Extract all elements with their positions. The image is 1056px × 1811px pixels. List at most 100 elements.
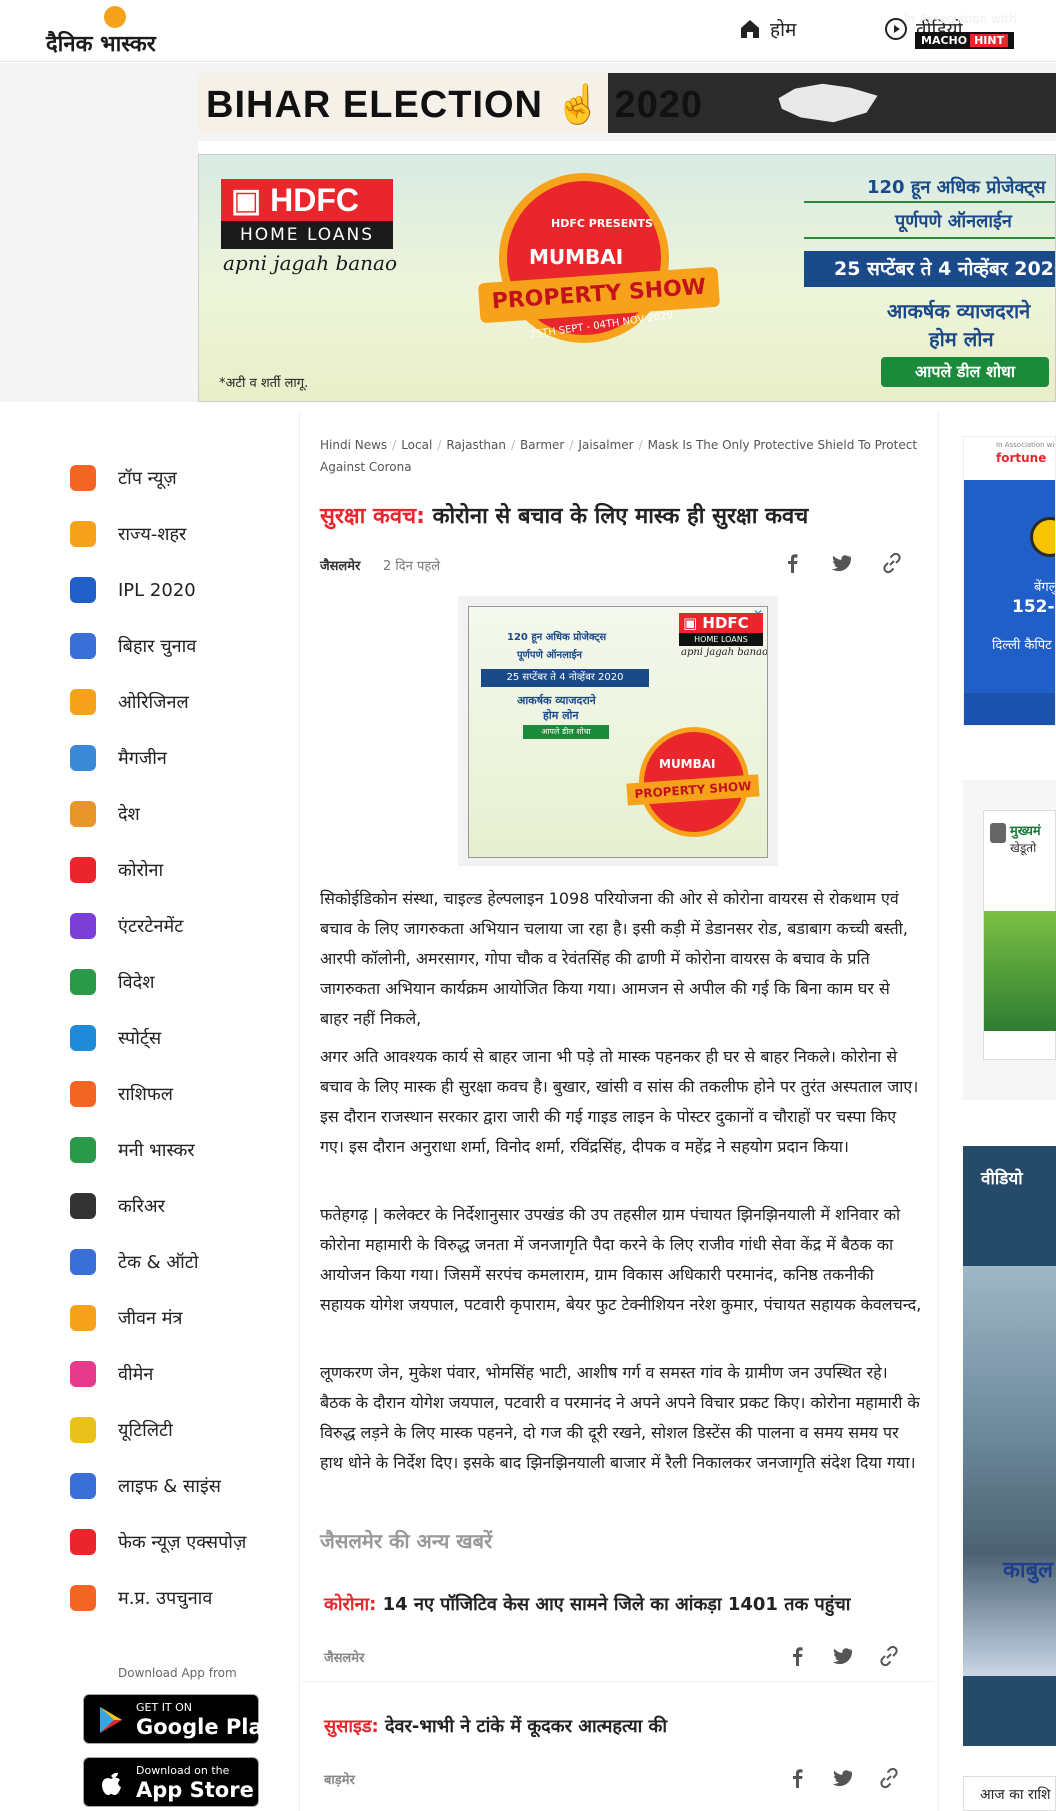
sidebar-item-label: मनी भास्कर bbox=[118, 1140, 195, 1161]
sidebar-item[interactable]: स्पोर्ट्स bbox=[70, 1010, 290, 1066]
rashifal-widget[interactable]: आज का राशि bbox=[963, 1776, 1056, 1811]
sidebar-item[interactable]: वीमेन bbox=[70, 1346, 290, 1402]
google-play-small: GET IT ON bbox=[136, 1701, 193, 1714]
sidebar-item[interactable]: विदेश bbox=[70, 954, 290, 1010]
facebook-icon[interactable] bbox=[786, 1767, 808, 1789]
google-play-icon bbox=[100, 1707, 122, 1733]
sidebar-item[interactable]: देश bbox=[70, 786, 290, 842]
score-sponsor: fortune bbox=[996, 451, 1047, 465]
sidebar-item-label: टॉप न्यूज़ bbox=[118, 468, 177, 489]
virus-icon bbox=[70, 857, 96, 883]
bihar-map-icon bbox=[778, 83, 878, 123]
app-store-button[interactable]: Download on the App Store bbox=[83, 1757, 259, 1807]
ad-hdfc-logo: ▣ HDFC bbox=[679, 613, 763, 633]
women-icon bbox=[70, 1361, 96, 1387]
sidebar-item-label: लाइफ & साइंस bbox=[118, 1476, 221, 1497]
sidebar-item[interactable]: राशिफल bbox=[70, 1066, 290, 1122]
facebook-icon[interactable] bbox=[786, 1645, 808, 1667]
breadcrumb-hindi-news[interactable]: Hindi News bbox=[320, 438, 387, 452]
sidebar-item[interactable]: जीवन मंत्र bbox=[70, 1290, 290, 1346]
nav-home[interactable]: होम bbox=[738, 16, 796, 42]
sidebar-item[interactable]: राज्य-शहर bbox=[70, 506, 290, 562]
hdfc-rule bbox=[804, 237, 1055, 239]
breadcrumb-barmer[interactable]: Barmer bbox=[520, 438, 564, 452]
sidebar-item-label: विदेश bbox=[118, 972, 155, 993]
sidebar-item[interactable]: ओरिजिनल bbox=[70, 674, 290, 730]
sidebar-item[interactable]: मैगजीन bbox=[70, 730, 290, 786]
ad-cta-button[interactable]: आपले डील शोधा bbox=[523, 725, 609, 739]
article-time: 2 दिन पहले bbox=[383, 559, 441, 574]
story-title[interactable]: कोरोना: 14 नए पॉजिटिव केस आए सामने जिले … bbox=[324, 1592, 850, 1616]
video-widget[interactable]: वीडियो काबुल bbox=[963, 1146, 1056, 1746]
tech-auto-icon bbox=[70, 1249, 96, 1275]
video-thumbnail[interactable] bbox=[963, 1266, 1056, 1676]
score-footer bbox=[964, 693, 1055, 725]
ipl-score-widget[interactable]: In Association with fortune बेंगलु 152-7… bbox=[963, 436, 1056, 726]
sidebar-item[interactable]: टॉप न्यूज़ bbox=[70, 450, 290, 506]
hdfc-tagline: apni jagah banao bbox=[223, 251, 398, 275]
bihar-title-panel: BIHAR ELECTION ☝ 2020 bbox=[198, 73, 702, 133]
breadcrumb-jaisalmer[interactable]: Jaisalmer bbox=[578, 438, 633, 452]
twitter-icon[interactable] bbox=[832, 1767, 854, 1789]
sidebar-item[interactable]: मनी भास्कर bbox=[70, 1122, 290, 1178]
sidebar-item-label: IPL 2020 bbox=[118, 579, 196, 601]
inline-hdfc-ad[interactable]: ✕ 120 हून अधिक प्रोजेक्ट्स पूर्णपणे ऑनला… bbox=[468, 606, 768, 858]
sidebar-item-label: करिअर bbox=[118, 1196, 165, 1217]
story-title[interactable]: सुसाइड: देवर-भाभी ने टांके में कूदकर आत्… bbox=[324, 1714, 667, 1738]
sidebar-item[interactable]: बिहार चुनाव bbox=[70, 618, 290, 674]
twitter-icon[interactable] bbox=[831, 552, 853, 574]
ad-line1: 120 हून अधिक प्रोजेक्ट्स bbox=[507, 632, 607, 643]
sidebar-item[interactable]: टेक & ऑटो bbox=[70, 1234, 290, 1290]
sidebar-item-label: ओरिजिनल bbox=[118, 692, 189, 713]
google-play-button[interactable]: GET IT ON Google Play bbox=[83, 1694, 276, 1744]
sidebar-item[interactable]: फेक न्यूज़ एक्सपोज़ bbox=[70, 1514, 290, 1570]
ad-band-hdfc-left bbox=[0, 141, 198, 402]
sidebar-item[interactable]: करिअर bbox=[70, 1178, 290, 1234]
logo-sun-icon bbox=[104, 6, 126, 28]
sidebar-item-label: फेक न्यूज़ एक्सपोज़ bbox=[118, 1532, 247, 1553]
link-icon[interactable] bbox=[878, 1645, 900, 1667]
clapperboard-icon bbox=[70, 913, 96, 939]
sidebar-item[interactable]: कोरोना bbox=[70, 842, 290, 898]
link-icon[interactable] bbox=[881, 552, 903, 574]
hdfc-property-show-banner[interactable]: ▣ HDFC HOME LOANS apni jagah banao HDFC … bbox=[198, 154, 1056, 402]
hdfc-line3: आकर्षक व्याजदराने bbox=[887, 299, 1031, 323]
home-icon bbox=[741, 20, 759, 38]
ad-city: MUMBAI bbox=[659, 757, 716, 771]
rashifal-title: आज का राशि bbox=[980, 1787, 1051, 1803]
facebook-icon[interactable] bbox=[781, 552, 803, 574]
runner-icon bbox=[70, 1025, 96, 1051]
bihar-election-ad[interactable]: BIHAR ELECTION ☝ 2020 bbox=[198, 73, 1056, 133]
right-ad-line1: मुख्यमं bbox=[1010, 824, 1041, 839]
article-paragraph: लूणकरण जेन, मुकेश पंवार, भोमसिंह भाटी, आ… bbox=[320, 1363, 920, 1472]
list-item[interactable]: सुसाइड: देवर-भाभी ने टांके में कूदकर आत्… bbox=[302, 1682, 934, 1811]
breadcrumb: Hindi News / Local / Rajasthan / Barmer / Jaisal… bbox=[320, 438, 918, 474]
sidebar-item[interactable]: लाइफ & साइंस bbox=[70, 1458, 290, 1514]
breadcrumb-local[interactable]: Local bbox=[401, 438, 432, 452]
sidebar-item[interactable]: IPL 2020 bbox=[70, 562, 290, 618]
link-icon[interactable] bbox=[878, 1767, 900, 1789]
sidebar-item[interactable]: यूटिलिटी bbox=[70, 1402, 290, 1458]
book-icon bbox=[70, 1305, 96, 1331]
sidebar-item[interactable]: एंटरटेनमेंट bbox=[70, 898, 290, 954]
mp-map-icon bbox=[70, 1585, 96, 1611]
ad-line3: आकर्षक व्याजदराने bbox=[517, 694, 596, 707]
sidebar-item-label: राशिफल bbox=[118, 1084, 174, 1105]
breadcrumb-rajasthan[interactable]: Rajasthan bbox=[446, 438, 506, 452]
ad-line4: होम लोन bbox=[543, 709, 579, 722]
show-city: MUMBAI bbox=[529, 245, 624, 269]
article-paragraph: फतेहगढ़ | कलेक्टर के निर्देशानुसार उपखंड… bbox=[320, 1205, 922, 1314]
site-logo[interactable]: दैनिक भास्कर bbox=[46, 6, 186, 57]
article-city[interactable]: जैसलमेर bbox=[320, 556, 360, 574]
story-city[interactable]: बाड़मेर bbox=[324, 1770, 355, 1788]
list-item[interactable]: कोरोना: 14 नए पॉजिटिव केस आए सामने जिले … bbox=[302, 1572, 934, 1682]
twitter-icon[interactable] bbox=[832, 1645, 854, 1667]
story-city[interactable]: जैसलमेर bbox=[324, 1648, 364, 1666]
fire-icon bbox=[70, 465, 96, 491]
hdfc-cta-button[interactable]: आपले डील शोधा bbox=[881, 357, 1049, 387]
right-rail-ad[interactable]: मुख्यमं खेडूतो bbox=[963, 780, 1056, 1100]
score-opponent: दिल्ली कैपिट bbox=[992, 638, 1052, 653]
sidebar-item-label: कोरोना bbox=[118, 860, 164, 881]
sidebar-item[interactable]: म.प्र. उपचुनाव bbox=[70, 1570, 290, 1626]
headline-kicker: सुरक्षा कवच: bbox=[320, 504, 425, 529]
